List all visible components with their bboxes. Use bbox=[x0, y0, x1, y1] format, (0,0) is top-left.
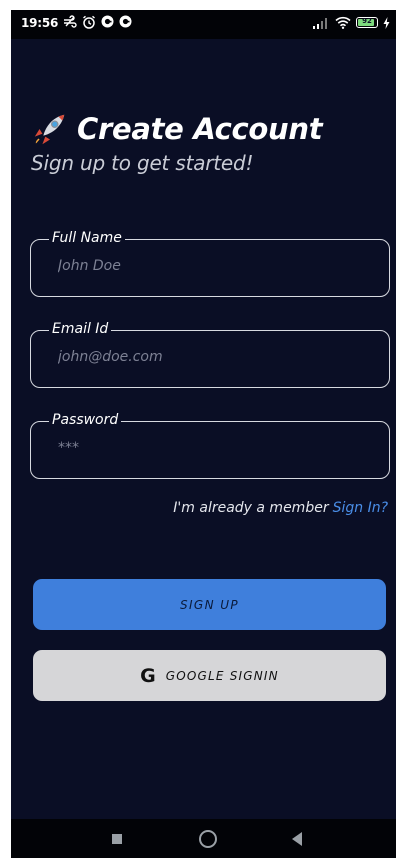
status-right-icons: 92 bbox=[312, 16, 390, 29]
phone-screen: 19:56 92 Create Account Sign up to get s… bbox=[11, 10, 396, 858]
rocket-icon bbox=[34, 114, 65, 145]
sign-in-link[interactable]: Sign In? bbox=[333, 500, 388, 516]
google-signin-label: GOOGLE SIGNIN bbox=[165, 668, 279, 683]
navigation-bar bbox=[11, 819, 396, 858]
email-label: Email Id bbox=[49, 320, 112, 338]
full-name-field[interactable]: Full Name bbox=[30, 229, 390, 297]
page-title: Create Account bbox=[77, 112, 323, 146]
notification-icon bbox=[101, 15, 114, 28]
sign-up-label: SIGN UP bbox=[179, 597, 240, 612]
password-field[interactable]: Password bbox=[30, 411, 390, 479]
charging-icon bbox=[383, 16, 390, 29]
password-input[interactable] bbox=[58, 440, 358, 456]
battery-level: 92 bbox=[362, 17, 372, 25]
page-subtitle: Sign up to get started! bbox=[31, 151, 254, 175]
battery-icon: 92 bbox=[356, 17, 378, 28]
full-name-label: Full Name bbox=[49, 229, 125, 247]
status-bar: 19:56 92 bbox=[11, 10, 396, 39]
home-icon[interactable] bbox=[199, 830, 217, 848]
back-icon[interactable] bbox=[292, 832, 302, 846]
email-input[interactable] bbox=[58, 349, 358, 365]
notification-icon-2 bbox=[119, 15, 132, 28]
alarm-icon bbox=[83, 15, 95, 29]
google-signin-button[interactable]: G GOOGLE SIGNIN bbox=[33, 650, 386, 701]
wind-icon bbox=[64, 15, 77, 28]
password-label: Password bbox=[49, 411, 122, 429]
status-time: 19:56 bbox=[21, 16, 59, 30]
status-left-icons bbox=[63, 15, 132, 29]
google-icon: G bbox=[140, 664, 156, 687]
header: Create Account bbox=[31, 110, 323, 148]
wifi-icon bbox=[335, 16, 351, 29]
full-name-input[interactable] bbox=[58, 258, 358, 274]
member-text: I'm already a member bbox=[173, 500, 329, 516]
email-field[interactable]: Email Id bbox=[30, 320, 390, 388]
sign-up-button[interactable]: SIGN UP bbox=[33, 579, 386, 630]
signal-icon bbox=[313, 17, 327, 29]
recent-apps-icon[interactable] bbox=[112, 834, 122, 844]
member-row: I'm already a member Sign In? bbox=[173, 500, 388, 516]
